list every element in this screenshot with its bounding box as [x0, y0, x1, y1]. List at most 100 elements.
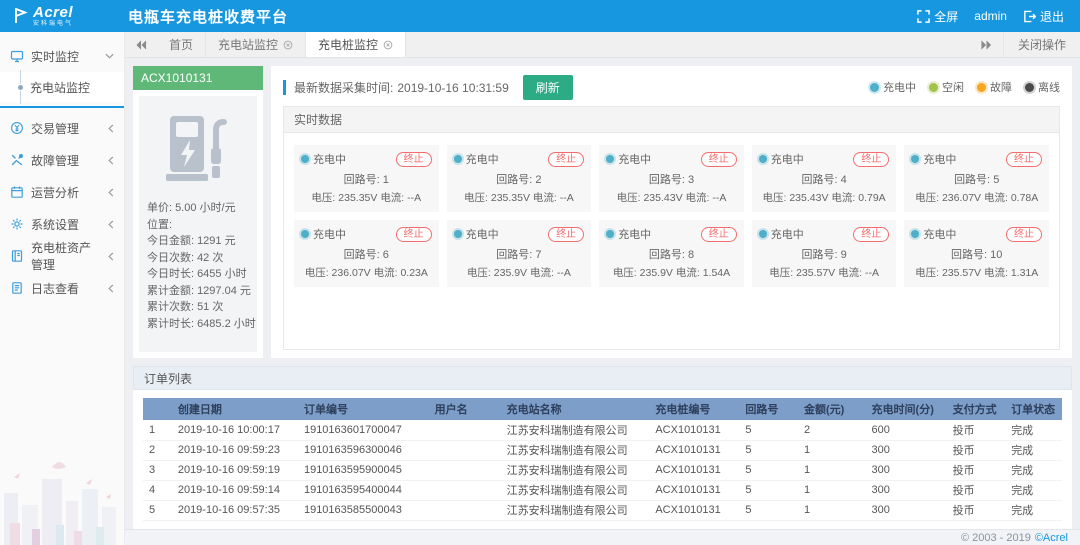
col-create-date: 创建日期: [172, 398, 298, 420]
chevron-down-icon: [105, 53, 114, 59]
gear-icon: [10, 217, 24, 231]
latest-collection-time: 最新数据采集时间:2019-10-16 10:31:59: [294, 79, 509, 96]
acrel-logo: Acrel 安科瑞电气: [0, 5, 128, 27]
tab-close-icon[interactable]: [283, 40, 293, 50]
realtime-data-title: 实时数据: [284, 107, 1059, 133]
tab-home[interactable]: 首页: [157, 32, 206, 57]
idle-dot-icon: [929, 83, 938, 92]
chevron-left-icon: [108, 124, 114, 133]
stop-button[interactable]: 终止: [853, 152, 889, 167]
acrel-flag-icon: [14, 8, 28, 24]
legend-idle: 空闲: [929, 79, 964, 95]
circuit-cards-grid: 充电中终止 回路号: 1 电压: 235.35V 电流: --A 充电中终止 回…: [284, 133, 1059, 299]
user-menu[interactable]: admin: [974, 9, 1007, 23]
charging-dot-icon: [606, 230, 614, 238]
sidebar: 实时监控 充电站监控 交易管理: [0, 32, 125, 545]
station-code-header: ACX1010131: [133, 66, 263, 90]
charging-dot-icon: [606, 155, 614, 163]
stop-button[interactable]: 终止: [701, 227, 737, 242]
table-row: 42019-10-16 09:59:141910163595400044江苏安科…: [143, 480, 1062, 500]
table-row: 32019-10-16 09:59:191910163595900045江苏安科…: [143, 460, 1062, 480]
sidebar-item-faults[interactable]: 故障管理: [0, 144, 124, 176]
stat-total-amount: 累计金额:1297.04 元: [147, 283, 249, 300]
charging-dot-icon: [911, 155, 919, 163]
log-file-icon: [10, 281, 24, 295]
charging-dot-icon: [870, 83, 879, 92]
chevron-left-icon: [108, 188, 114, 197]
acrel-footer-link[interactable]: ©Acrel: [1035, 532, 1068, 544]
active-group-divider: [0, 106, 124, 108]
legend-offline: 离线: [1025, 79, 1060, 95]
tab-close-icon[interactable]: [383, 40, 393, 50]
page-title: 电瓶车充电桩收费平台: [128, 6, 288, 27]
col-circuit-no: 回路号: [739, 398, 798, 420]
refresh-button[interactable]: 刷新: [523, 75, 573, 100]
sidebar-item-logs[interactable]: 日志查看: [0, 272, 124, 304]
orders-table: 创建日期 订单编号 用户名 充电站名称 充电桩编号 回路号 金额(元) 充电时间…: [143, 398, 1062, 521]
stop-button[interactable]: 终止: [701, 152, 737, 167]
col-order-status: 订单状态: [1005, 398, 1062, 420]
chevron-left-icon: [108, 252, 114, 261]
station-info-panel: ACX1010131: [133, 66, 263, 358]
timeline-dot-icon: [17, 84, 24, 91]
stat-location: 位置:: [147, 217, 249, 234]
charging-dot-icon: [301, 155, 309, 163]
legend-charging: 充电中: [870, 79, 916, 95]
logout-icon: [1023, 10, 1036, 23]
sidebar-item-station-monitor[interactable]: 充电站监控: [0, 72, 124, 102]
tabs-scroll-left-button[interactable]: [125, 32, 157, 57]
stat-today-duration: 今日时长:6455 小时: [147, 266, 249, 283]
sidebar-item-realtime-monitor[interactable]: 实时监控: [0, 40, 124, 72]
circuit-card: 充电中终止 回路号: 3 电压: 235.43V 电流: --A: [599, 145, 744, 212]
circuit-card: 充电中终止 回路号: 8 电压: 235.9V 电流: 1.54A: [599, 220, 744, 287]
circuit-card: 充电中终止 回路号: 1 电压: 235.35V 电流: --A: [294, 145, 439, 212]
chevron-left-icon: [108, 220, 114, 229]
chevron-left-icon: [108, 284, 114, 293]
stop-button[interactable]: 终止: [1006, 227, 1042, 242]
col-station-name: 充电站名称: [501, 398, 650, 420]
tab-station-monitor[interactable]: 充电站监控: [206, 32, 306, 57]
stop-button[interactable]: 终止: [396, 152, 432, 167]
tab-pile-monitor[interactable]: 充电桩监控: [306, 32, 406, 57]
stat-unit-price: 单价:5.00 小时/元: [147, 200, 249, 217]
tabs-scroll-right-button[interactable]: [971, 32, 1003, 57]
stop-button[interactable]: 终止: [396, 227, 432, 242]
stop-button[interactable]: 终止: [853, 227, 889, 242]
table-row: 22019-10-16 09:59:231910163596300046江苏安科…: [143, 440, 1062, 460]
charging-dot-icon: [911, 230, 919, 238]
table-header-row: 创建日期 订单编号 用户名 充电站名称 充电桩编号 回路号 金额(元) 充电时间…: [143, 398, 1062, 420]
fullscreen-button[interactable]: 全屏: [917, 8, 958, 25]
circuit-card: 充电中终止 回路号: 5 电压: 236.07V 电流: 0.78A: [904, 145, 1049, 212]
circuit-card: 充电中终止 回路号: 7 电压: 235.9V 电流: --A: [447, 220, 592, 287]
stat-total-duration: 累计时长:6485.2 小时: [147, 316, 249, 333]
realtime-data-panel: 实时数据 充电中终止 回路号: 1 电压: 235.35V 电流: --A 充电…: [283, 106, 1060, 350]
col-order-no: 订单编号: [298, 398, 429, 420]
stop-button[interactable]: 终止: [1006, 152, 1042, 167]
sidebar-item-transactions[interactable]: 交易管理: [0, 112, 124, 144]
sidebar-item-system-settings[interactable]: 系统设置: [0, 208, 124, 240]
circuit-card: 充电中终止 回路号: 9 电压: 235.57V 电流: --A: [752, 220, 897, 287]
col-charge-minutes: 充电时间(分): [866, 398, 947, 420]
sidebar-item-pile-assets[interactable]: 充电桩资产管理: [0, 240, 124, 272]
tools-icon: [10, 153, 24, 167]
table-row: 12019-10-16 10:00:171910163601700047江苏安科…: [143, 420, 1062, 440]
status-legend: 充电中 空闲 故障 离线: [870, 79, 1060, 95]
charging-dot-icon: [454, 230, 462, 238]
tab-bar: 首页 充电站监控 充电桩监控: [125, 32, 1080, 58]
footer: © 2003 - 2019 ©Acrel: [125, 529, 1080, 545]
top-header: Acrel 安科瑞电气 电瓶车充电桩收费平台 全屏 admin 退出: [0, 0, 1080, 32]
stop-button[interactable]: 终止: [548, 227, 584, 242]
stop-button[interactable]: 终止: [548, 152, 584, 167]
transaction-icon: [10, 121, 24, 135]
table-row: 52019-10-16 09:57:351910163585500043江苏安科…: [143, 500, 1062, 520]
close-operations-menu[interactable]: 关闭操作: [1003, 32, 1080, 57]
offline-dot-icon: [1025, 83, 1034, 92]
circuit-card: 充电中终止 回路号: 4 电压: 235.43V 电流: 0.79A: [752, 145, 897, 212]
circuit-card: 充电中终止 回路号: 10 电压: 235.57V 电流: 1.31A: [904, 220, 1049, 287]
book-icon: [10, 249, 24, 263]
app-window: Acrel 安科瑞电气 电瓶车充电桩收费平台 全屏 admin 退出: [0, 0, 1080, 545]
sidebar-item-operations-analysis[interactable]: 运营分析: [0, 176, 124, 208]
charging-dot-icon: [759, 155, 767, 163]
col-username: 用户名: [429, 398, 501, 420]
logout-button[interactable]: 退出: [1023, 8, 1064, 25]
